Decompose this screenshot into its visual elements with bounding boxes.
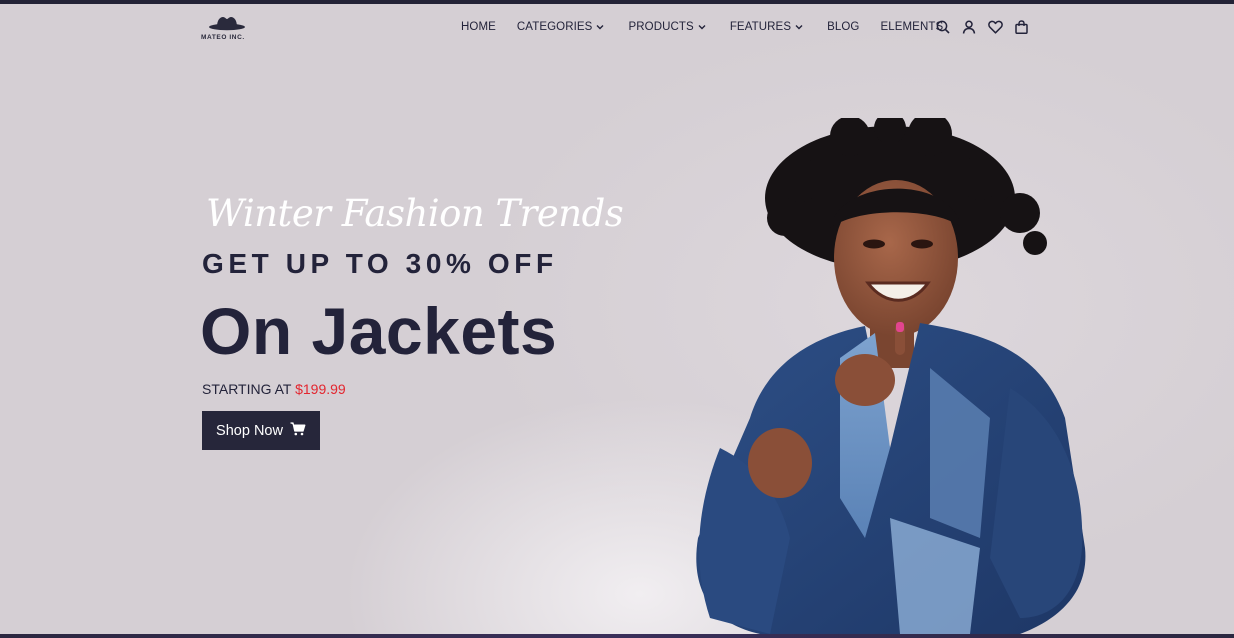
price-prefix: STARTING AT: [202, 381, 292, 397]
hero-price-line: STARTING AT $199.99: [202, 381, 346, 397]
nav-features[interactable]: FEATURES: [730, 21, 803, 33]
chevron-down-icon: [795, 21, 803, 33]
site-header: MATEO INC. HOME CATEGORIES PRODUCTS FEAT…: [0, 4, 1234, 50]
hero-script-title: Winter Fashion Trends: [206, 192, 624, 235]
shopping-bag-icon[interactable]: [1013, 18, 1029, 36]
nav-categories-label: CATEGORIES: [516, 21, 593, 33]
main-nav: HOME CATEGORIES PRODUCTS FEATURES BLOG E…: [461, 19, 943, 35]
hero-promo-text: GET UP TO 30% OFF: [202, 248, 558, 279]
header-icons: [935, 17, 1029, 37]
hat-logo-icon: [209, 17, 245, 31]
shop-now-label: Shop Now: [216, 422, 283, 439]
heart-icon[interactable]: [987, 18, 1003, 36]
chevron-down-icon: [698, 21, 706, 33]
cart-icon: [290, 421, 306, 440]
shop-now-button[interactable]: Shop Now: [202, 411, 320, 450]
nav-elements[interactable]: ELEMENTS: [880, 21, 943, 33]
nav-categories[interactable]: CATEGORIES: [517, 21, 605, 33]
hero-model-image: [690, 112, 1090, 634]
price-value: $199.99: [295, 381, 346, 397]
nav-home-label: HOME: [461, 21, 496, 33]
search-icon[interactable]: [935, 18, 951, 36]
logo-text: MATEO INC.: [201, 34, 245, 41]
chevron-down-icon: [596, 21, 604, 33]
bottom-strip: [0, 634, 1234, 638]
nav-products[interactable]: PRODUCTS: [628, 21, 706, 33]
brand-logo[interactable]: MATEO INC.: [201, 14, 253, 41]
nav-blog[interactable]: BLOG: [827, 21, 859, 33]
nav-features-label: FEATURES: [729, 21, 792, 33]
nav-home[interactable]: HOME: [461, 21, 496, 33]
hero-headline: On Jackets: [200, 294, 558, 368]
user-icon[interactable]: [961, 18, 977, 36]
nav-blog-label: BLOG: [827, 21, 860, 33]
nav-elements-label: ELEMENTS: [880, 21, 944, 33]
nav-products-label: PRODUCTS: [628, 21, 694, 33]
